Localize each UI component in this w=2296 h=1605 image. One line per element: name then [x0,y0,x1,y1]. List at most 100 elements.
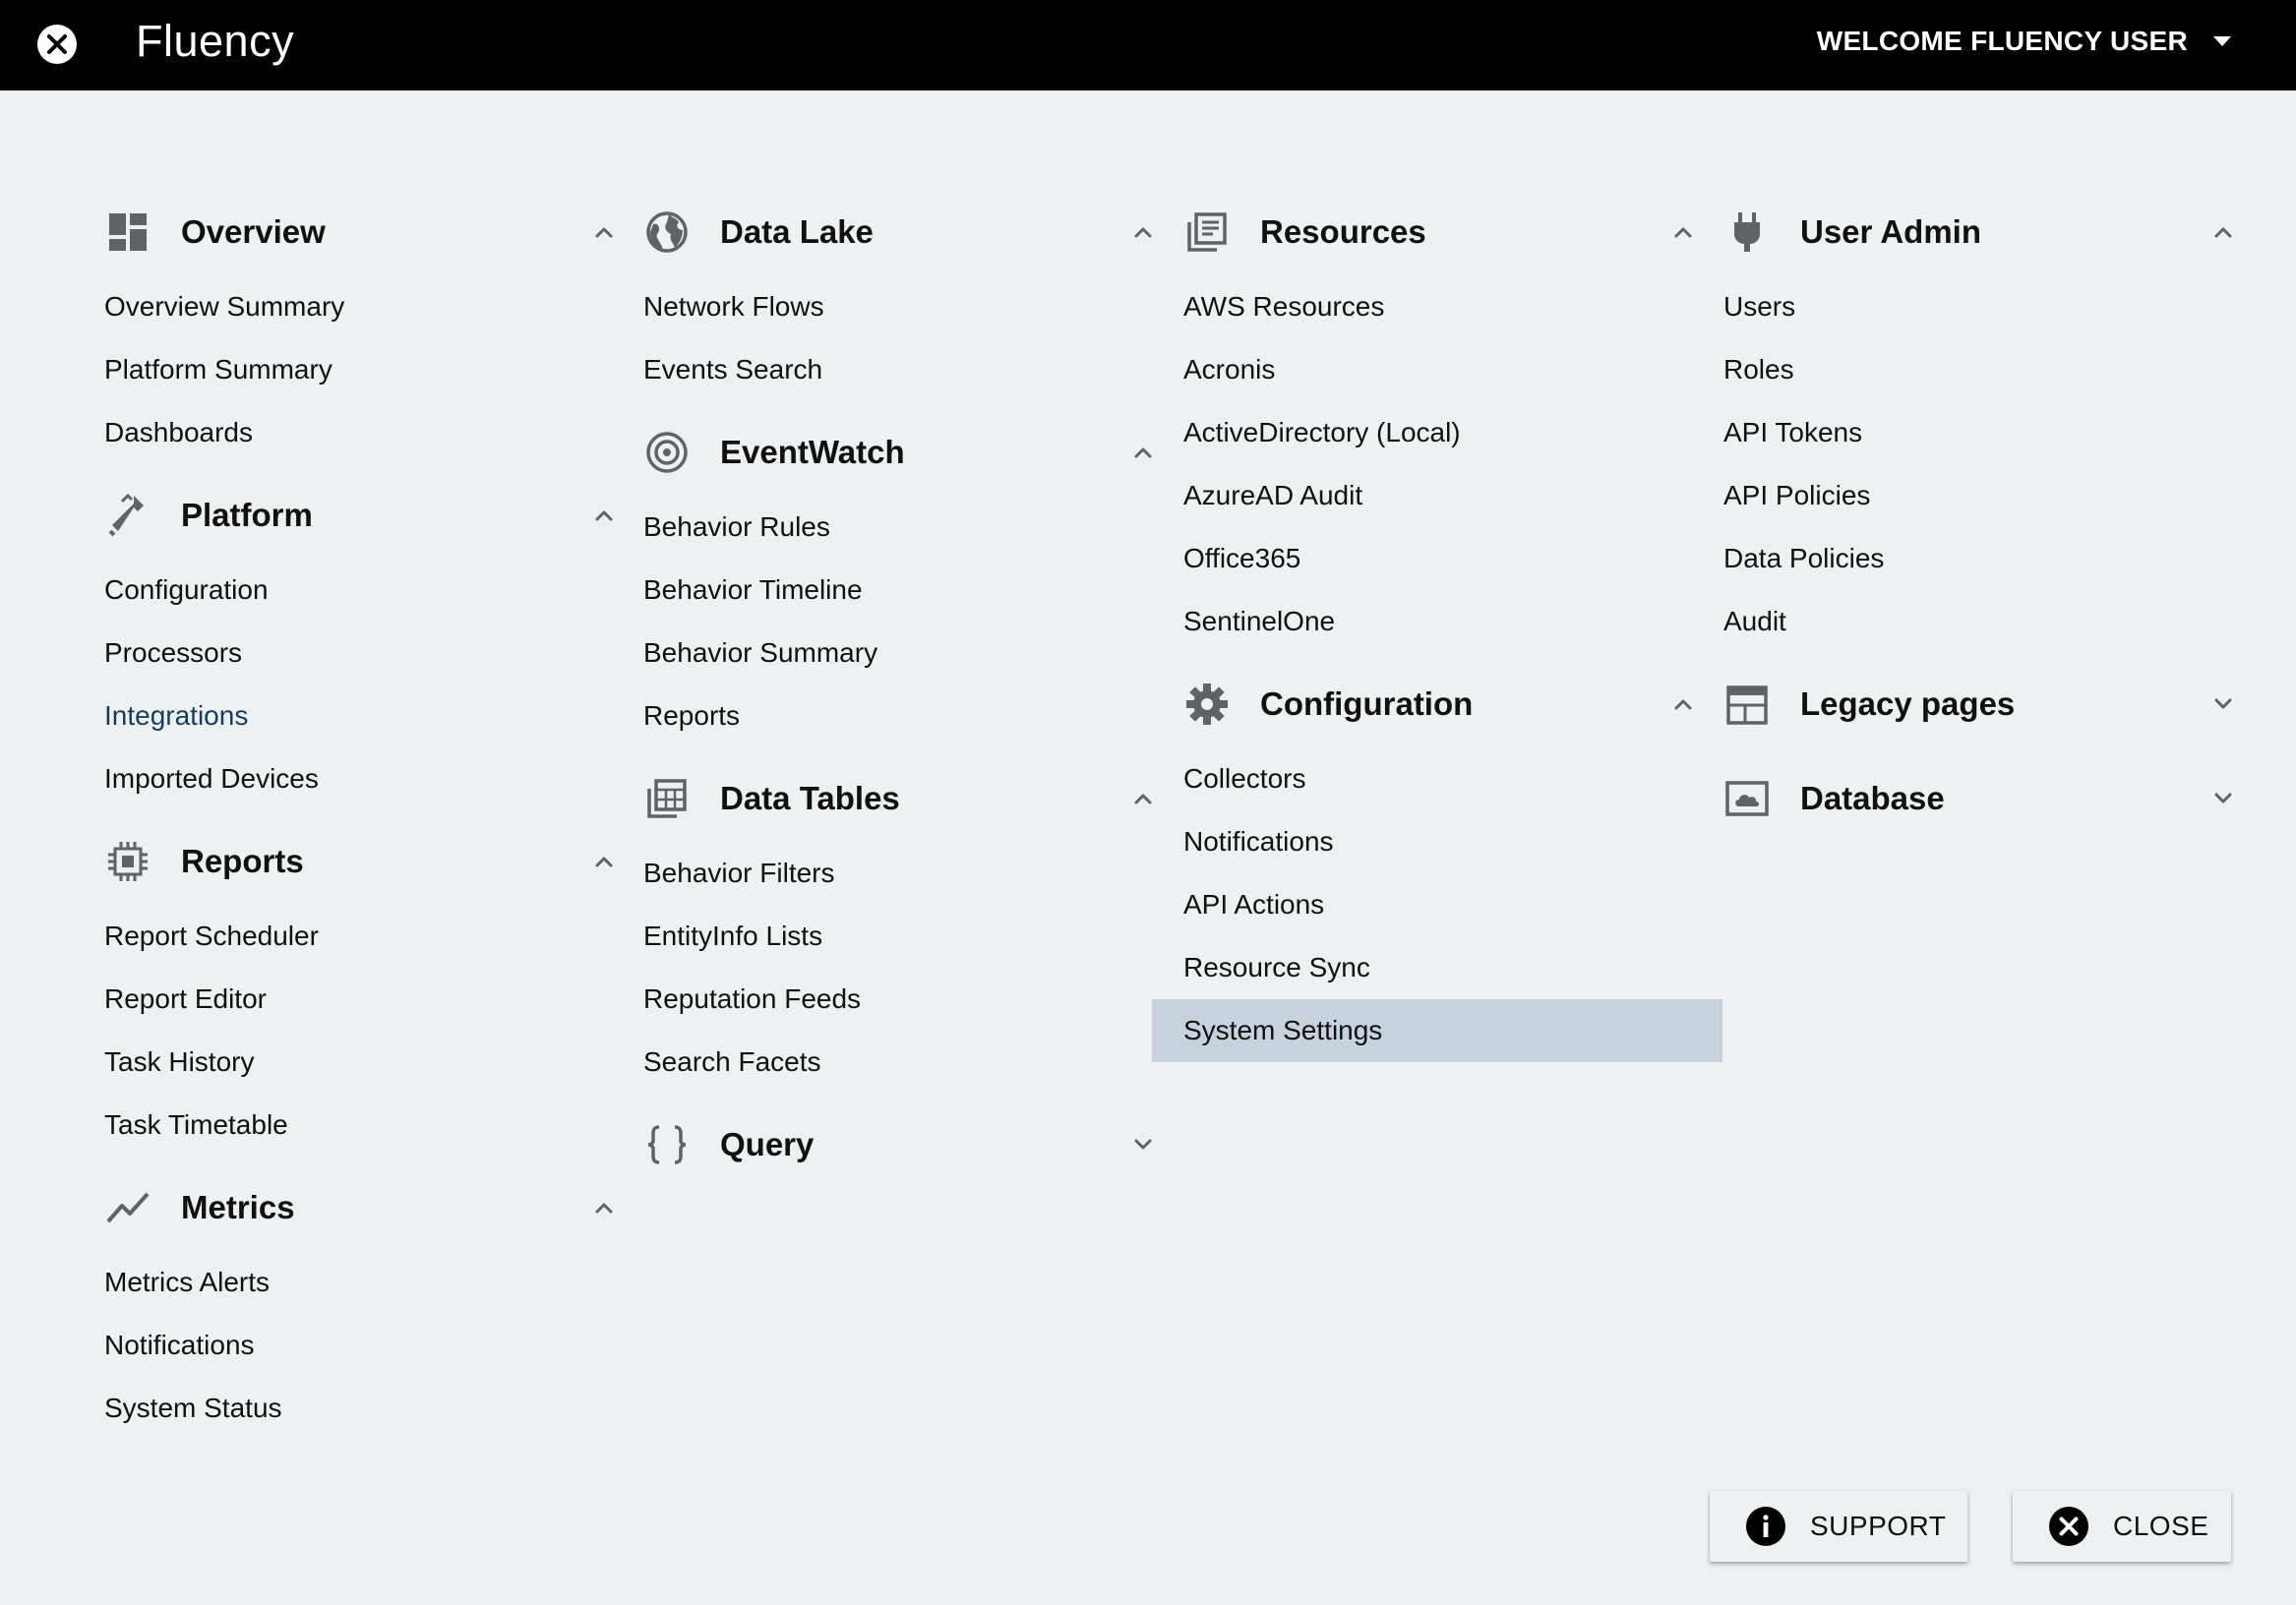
menu-item-label: Dashboards [104,417,253,447]
menu-item-api-actions[interactable]: API Actions [1183,873,1722,936]
plug-icon [1723,208,1771,256]
cloud-box-icon [1723,775,1771,822]
menu-item-label: Events Search [643,354,823,385]
app-title: Fluency [136,16,295,66]
section-header-data-tables[interactable]: Data Tables [643,763,1182,834]
caret-down-icon [2213,36,2231,46]
menu-item-behavior-summary[interactable]: Behavior Summary [643,622,1182,684]
target-icon [643,429,691,476]
chevron-up-icon[interactable] [592,1196,616,1219]
chevron-up-icon[interactable] [1671,692,1695,716]
menu-item-api-policies[interactable]: API Policies [1723,464,2263,527]
menu-item-roles[interactable]: Roles [1723,338,2263,401]
menu-item-entityinfo-lists[interactable]: EntityInfo Lists [643,905,1182,968]
section-header-resources[interactable]: Resources [1183,197,1722,268]
menu-item-azuread-audit[interactable]: AzureAD Audit [1183,464,1722,527]
menu-item-integrations[interactable]: Integrations [104,684,643,747]
menu-item-task-timetable[interactable]: Task Timetable [104,1094,643,1157]
menu-item-label: Reputation Feeds [643,983,862,1014]
menu-item-search-facets[interactable]: Search Facets [643,1031,1182,1094]
section-header-platform[interactable]: Platform [104,480,643,551]
close-menu-icon[interactable] [35,23,79,66]
menu-item-label: Network Flows [643,291,824,322]
menu-item-report-editor[interactable]: Report Editor [104,968,643,1031]
menu-item-resource-sync[interactable]: Resource Sync [1183,936,1722,999]
menu-item-label: ActiveDirectory (Local) [1183,417,1461,447]
chevron-up-icon[interactable] [1131,787,1155,810]
chevron-down-icon[interactable] [2211,692,2235,716]
menu-item-task-history[interactable]: Task History [104,1031,643,1094]
menu-item-label: Acronis [1183,354,1276,385]
menu-item-label: Metrics Alerts [104,1267,271,1297]
menu-item-label: System Settings [1183,1015,1383,1045]
tools-icon [104,492,151,539]
menu-item-label: Resource Sync [1183,952,1370,982]
menu-item-network-flows[interactable]: Network Flows [643,275,1182,338]
close-button[interactable]: CLOSE [2013,1491,2231,1562]
menu-item-activedirectory-local[interactable]: ActiveDirectory (Local) [1183,401,1722,464]
chevron-down-icon[interactable] [1131,1133,1155,1157]
menu-item-sentinelone[interactable]: SentinelOne [1183,590,1722,653]
section-header-legacy-pages[interactable]: Legacy pages [1723,669,2263,740]
menu-item-dashboards[interactable]: Dashboards [104,401,643,464]
menu-item-configuration[interactable]: Configuration [104,559,643,622]
menu-item-label: Notifications [1183,826,1334,857]
chip-icon [104,838,151,885]
section-header-configuration[interactable]: Configuration [1183,669,1722,740]
section-title: User Admin [1800,213,1981,250]
menu-item-label: AzureAD Audit [1183,480,1363,510]
chevron-up-icon[interactable] [1671,220,1695,244]
section-header-data-lake[interactable]: Data Lake [643,197,1182,268]
menu-item-processors[interactable]: Processors [104,622,643,684]
chevron-up-icon[interactable] [2211,220,2235,244]
menu-item-users[interactable]: Users [1723,275,2263,338]
section-header-user-admin[interactable]: User Admin [1723,197,2263,268]
chevron-up-icon[interactable] [592,220,616,244]
menu-item-label: Report Scheduler [104,921,319,951]
menu-item-label: Collectors [1183,763,1306,794]
menu-item-behavior-filters[interactable]: Behavior Filters [643,842,1182,905]
menu-item-label: Behavior Summary [643,637,878,668]
menu-item-acronis[interactable]: Acronis [1183,338,1722,401]
menu-item-behavior-rules[interactable]: Behavior Rules [643,496,1182,559]
section-header-database[interactable]: Database [1723,763,2263,834]
menu-item-report-scheduler[interactable]: Report Scheduler [104,905,643,968]
menu-column-1: Overview Overview Summary Platform Summary… [104,197,643,1456]
menu-item-system-status[interactable]: System Status [104,1377,643,1440]
menu-item-notifications[interactable]: Notifications [104,1314,643,1377]
section-header-query[interactable]: Query [643,1109,1182,1180]
menu-item-label: API Tokens [1723,417,1863,447]
menu-item-behavior-timeline[interactable]: Behavior Timeline [643,559,1182,622]
menu-item-reports[interactable]: Reports [643,684,1182,747]
menu-item-aws-resources[interactable]: AWS Resources [1183,275,1722,338]
menu-item-events-search[interactable]: Events Search [643,338,1182,401]
section-items-reports: Report Scheduler Report Editor Task Histor… [104,905,643,1157]
section-header-metrics[interactable]: Metrics [104,1172,643,1243]
chevron-up-icon[interactable] [1131,220,1155,244]
menu-item-platform-summary[interactable]: Platform Summary [104,338,643,401]
chevron-up-icon[interactable] [592,504,616,527]
chevron-up-icon[interactable] [592,850,616,873]
section-header-reports[interactable]: Reports [104,826,643,897]
menu-item-data-policies[interactable]: Data Policies [1723,527,2263,590]
menu-item-overview-summary[interactable]: Overview Summary [104,275,643,338]
menu-item-notifications[interactable]: Notifications [1183,810,1722,873]
menu-item-office365[interactable]: Office365 [1183,527,1722,590]
chevron-up-icon[interactable] [1131,441,1155,464]
section-title: Data Tables [720,780,900,816]
menu-item-metrics-alerts[interactable]: Metrics Alerts [104,1251,643,1314]
menu-item-imported-devices[interactable]: Imported Devices [104,747,643,810]
section-header-eventwatch[interactable]: EventWatch [643,417,1182,488]
menu-item-reputation-feeds[interactable]: Reputation Feeds [643,968,1182,1031]
menu-item-label: Audit [1723,606,1786,636]
menu-item-system-settings[interactable]: System Settings [1152,999,1722,1062]
menu-item-audit[interactable]: Audit [1723,590,2263,653]
braces-icon [643,1121,691,1168]
chevron-down-icon[interactable] [2211,787,2235,810]
menu-item-collectors[interactable]: Collectors [1183,747,1722,810]
user-menu[interactable]: WELCOME FLUENCY USER [1817,20,2233,63]
support-button[interactable]: SUPPORT [1710,1491,1967,1562]
menu-item-label: Data Policies [1723,543,1885,573]
menu-item-api-tokens[interactable]: API Tokens [1723,401,2263,464]
section-header-overview[interactable]: Overview [104,197,643,268]
